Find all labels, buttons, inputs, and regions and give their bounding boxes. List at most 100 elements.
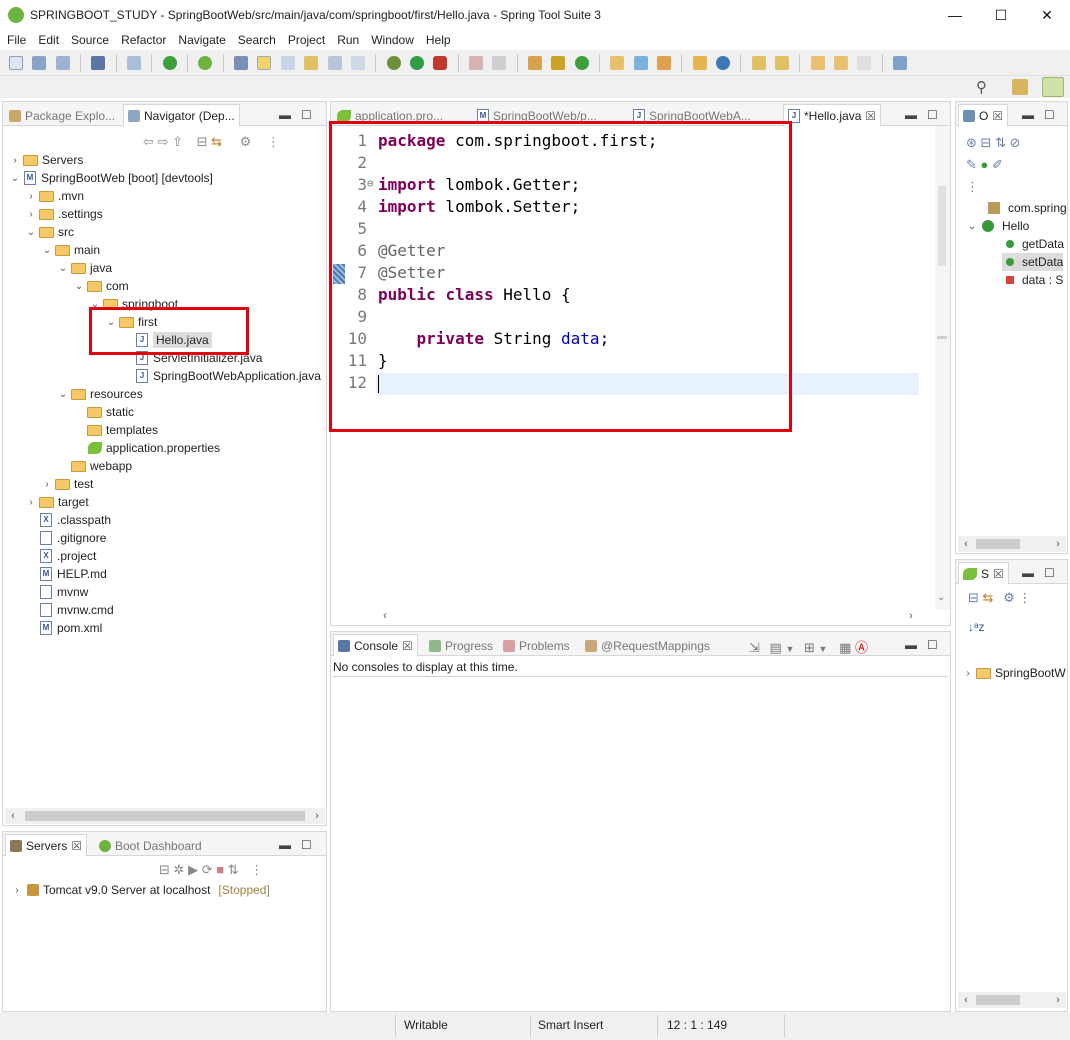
maximize-pane-icon[interactable]: ☐ <box>1044 566 1055 580</box>
skip-breakpoints-icon[interactable] <box>127 56 142 70</box>
open-console-icon[interactable]: ⊞ <box>804 640 815 655</box>
close-button[interactable]: ✕ <box>1024 0 1070 30</box>
globe-icon[interactable] <box>716 56 731 70</box>
collapse-chevron-icon[interactable]: ⌄ <box>73 281 85 292</box>
close-tab-icon[interactable]: ☒ <box>865 109 876 123</box>
view-menu-icon[interactable]: ⋮ <box>250 862 263 877</box>
tree-item[interactable]: J SpringBootWebApplication.java <box>121 367 321 385</box>
sort-icon[interactable]: ⇅ <box>995 135 1006 150</box>
tab-progress[interactable]: Progress <box>429 636 493 656</box>
tab-spring-explorer[interactable]: S ☒ <box>958 562 1009 584</box>
menu-refactor[interactable]: Refactor <box>114 30 171 47</box>
collapse-all-icon[interactable]: ⊛ <box>966 135 977 150</box>
menu-navigate[interactable]: Navigate <box>171 30 230 47</box>
nav-back-icon[interactable]: ⇦ <box>143 134 154 149</box>
navigator-hscrollbar[interactable]: ‹ › <box>5 808 325 824</box>
maximize-pane-icon[interactable]: ☐ <box>301 108 312 122</box>
filters-icon[interactable]: ⚙ <box>240 134 252 149</box>
hide-nonpublic-icon[interactable]: ● <box>981 157 989 172</box>
run-external-icon[interactable] <box>433 56 448 70</box>
tree-item[interactable]: M HELP.md <box>25 565 107 583</box>
collapse-chevron-icon[interactable]: ⌄ <box>9 173 21 184</box>
tree-item[interactable]: › Servers <box>9 151 83 169</box>
maximize-button[interactable]: ☐ <box>978 0 1024 30</box>
scroll-right-icon[interactable]: › <box>903 608 919 624</box>
new-java-project-icon[interactable] <box>527 56 542 70</box>
close-tab-icon[interactable]: ☒ <box>402 639 413 653</box>
close-tab-icon[interactable]: ☒ <box>71 839 82 853</box>
menu-window[interactable]: Window <box>364 30 419 47</box>
outline-item[interactable]: com.spring <box>984 199 1067 217</box>
web-console-icon[interactable]: Ⓐ <box>855 640 868 655</box>
tree-item[interactable]: › test <box>41 475 93 493</box>
tree-item[interactable]: ⌄ com <box>73 277 129 295</box>
tree-item[interactable]: ⌄ M SpringBootWeb [boot] [devtools] <box>9 169 213 187</box>
tree-item[interactable]: X .classpath <box>25 511 111 529</box>
debug-server-icon[interactable]: ✲ <box>174 862 185 877</box>
view-menu-icon[interactable]: ⋮ <box>966 179 979 194</box>
menu-run[interactable]: Run <box>330 30 364 47</box>
outline-hscrollbar[interactable]: ‹ › <box>958 536 1066 552</box>
tab-hello-java[interactable]: J *Hello.java ☒ <box>783 104 882 126</box>
tree-item[interactable]: mvnw.cmd <box>25 601 114 619</box>
expand-chevron-icon[interactable]: › <box>11 885 23 896</box>
expand-chevron-icon[interactable]: › <box>25 191 37 202</box>
minimize-pane-icon[interactable]: ▬ <box>905 108 917 122</box>
nav-forward-icon[interactable]: ⇨ <box>158 134 169 149</box>
save-icon[interactable] <box>32 56 47 70</box>
maximize-pane-icon[interactable]: ☐ <box>927 638 938 652</box>
close-tab-icon[interactable]: ☒ <box>993 567 1004 581</box>
nav-up-icon[interactable]: ⇧ <box>172 134 183 149</box>
minimize-button[interactable]: — <box>932 0 978 30</box>
spring-project-row[interactable]: › SpringBootW <box>962 664 1065 682</box>
pin-editor-icon[interactable] <box>893 56 908 70</box>
start-server-icon[interactable]: ▶ <box>188 862 198 877</box>
scroll-thumb[interactable] <box>976 539 1020 549</box>
tab-request-mappings[interactable]: @RequestMappings <box>585 636 710 656</box>
scroll-left-icon[interactable]: ‹ <box>5 808 21 824</box>
minimize-pane-icon[interactable]: ▬ <box>279 108 291 122</box>
editor-vscrollbar[interactable]: ⌄ <box>935 126 950 610</box>
scroll-thumb[interactable] <box>25 811 305 821</box>
show-whitespace-icon[interactable] <box>350 56 365 70</box>
quick-access-search-icon[interactable]: ⚲ <box>976 78 987 96</box>
tree-item[interactable]: application.properties <box>73 439 220 457</box>
menu-edit[interactable]: Edit <box>31 30 64 47</box>
new-icon[interactable] <box>9 56 23 70</box>
toggle-breadcrumb-icon[interactable] <box>280 56 295 70</box>
hide-fields-icon[interactable]: ⊘ <box>1010 135 1021 150</box>
sort-alpha-icon[interactable]: ↓ᵃz <box>968 620 984 634</box>
scroll-thumb[interactable] <box>938 186 946 266</box>
outline-item[interactable]: ⌄ Hello <box>966 217 1030 235</box>
dropdown-icon[interactable]: ▼ <box>819 644 828 654</box>
publish-icon[interactable]: ⇅ <box>228 862 239 877</box>
link-icon[interactable]: ⊟ <box>981 135 992 150</box>
minimize-pane-icon[interactable]: ▬ <box>279 838 291 852</box>
dropdown-icon[interactable]: ▼ <box>785 644 794 654</box>
maximize-pane-icon[interactable]: ☐ <box>1044 108 1055 122</box>
spring-perspective-icon[interactable] <box>1042 77 1064 97</box>
scroll-right-icon[interactable]: › <box>1050 536 1066 552</box>
hide-local-types-icon[interactable]: ✐ <box>992 157 1003 172</box>
tree-item[interactable]: › target <box>25 493 88 511</box>
minimize-pane-icon[interactable]: ▬ <box>1022 566 1034 580</box>
menu-help[interactable]: Help <box>419 30 456 47</box>
link-editor-icon[interactable]: ⇆ <box>983 590 994 605</box>
expand-chevron-icon[interactable]: › <box>25 209 37 220</box>
save-all-icon[interactable] <box>55 56 70 70</box>
editor-hscrollbar[interactable]: ‹ › <box>377 608 919 624</box>
collapse-chevron-icon[interactable]: ⌄ <box>57 263 69 274</box>
tree-item[interactable]: ⌄ resources <box>57 385 143 403</box>
tree-item[interactable]: ⌄ main <box>41 241 100 259</box>
collapse-chevron-icon[interactable]: ⌄ <box>25 227 37 238</box>
open-perspective-button-icon[interactable] <box>1012 79 1028 95</box>
tree-item[interactable]: ⌄ src <box>25 223 74 241</box>
tree-item[interactable]: webapp <box>57 457 132 475</box>
spring-icon[interactable] <box>198 56 213 70</box>
menu-source[interactable]: Source <box>64 30 114 47</box>
next-annotation-icon[interactable] <box>751 56 766 70</box>
outline-item[interactable]: data : S <box>1002 271 1063 289</box>
profile-server-icon[interactable]: ⟳ <box>202 862 213 877</box>
close-tab-icon[interactable]: ☒ <box>992 109 1003 123</box>
view-menu-icon[interactable]: ⋮ <box>267 134 280 149</box>
